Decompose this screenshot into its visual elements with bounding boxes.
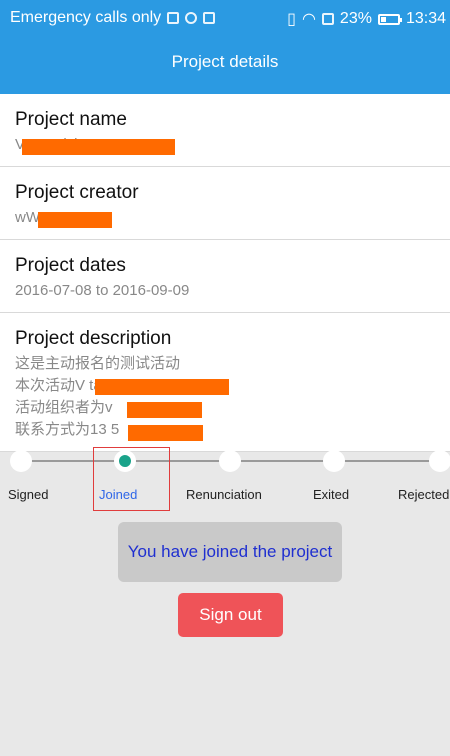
status-left: Emergency calls only xyxy=(10,9,216,27)
joined-status-message: You have joined the project xyxy=(118,522,342,582)
detail-project-creator: Project creator wW xyxy=(0,167,450,240)
step-label-signed: Signed xyxy=(8,487,49,502)
redaction-mark xyxy=(22,139,175,155)
step-label-exited: Exited xyxy=(313,487,350,502)
redaction-mark xyxy=(128,425,203,441)
detail-value: 2016-07-08 to 2016-09-09 xyxy=(15,282,190,299)
detail-label: Project name xyxy=(15,109,127,130)
active-step-highlight xyxy=(93,447,170,511)
wifi-icon: ◠ xyxy=(301,11,316,28)
status-right: ▯ ◠ 23% 13:34 xyxy=(287,9,446,29)
clock: 13:34 xyxy=(405,10,446,27)
redaction-mark xyxy=(95,379,229,395)
app-header: Emergency calls only ▯ ◠ 23% 13:34 Proje… xyxy=(0,0,450,94)
detail-label: Project dates xyxy=(15,255,126,276)
notification-icon xyxy=(167,12,180,24)
detail-project-dates: Project dates 2016-07-08 to 2016-09-09 xyxy=(0,240,450,313)
redaction-mark xyxy=(38,212,112,228)
step-node-exited[interactable] xyxy=(323,450,345,472)
detail-project-description: Project description 这是主动报名的测试活动 本次活动V ta… xyxy=(0,313,450,452)
project-details: Project name V taActivity Project creato… xyxy=(0,94,450,452)
step-node-renunciation[interactable] xyxy=(219,450,241,472)
battery-icon xyxy=(377,13,402,25)
carrier-text: Emergency calls only xyxy=(10,9,162,26)
vibrate-icon: ▯ xyxy=(287,11,296,28)
step-label-rejected: Rejected xyxy=(398,487,450,502)
bluetooth-icon xyxy=(185,12,198,24)
step-node-rejected[interactable] xyxy=(429,450,450,472)
detail-value: 这是主动报名的测试活动 本次活动V taActivity 活动组织者为v 联系方… xyxy=(15,355,181,438)
detail-label: Project creator xyxy=(15,182,139,203)
step-node-signed[interactable] xyxy=(10,450,32,472)
image-icon xyxy=(203,12,216,24)
redaction-mark xyxy=(127,402,202,418)
sim-icon xyxy=(321,13,334,25)
battery-percent: 23% xyxy=(339,10,372,27)
status-stepper: Signed Joined Renunciation Exited Reject… xyxy=(0,443,450,756)
page-title: Project details xyxy=(171,52,279,71)
sign-out-button[interactable]: Sign out xyxy=(178,593,283,637)
detail-project-name: Project name V taActivity xyxy=(0,94,450,167)
status-bar: Emergency calls only ▯ ◠ 23% 13:34 xyxy=(0,0,450,36)
detail-label: Project description xyxy=(15,328,172,349)
step-label-renunciation: Renunciation xyxy=(186,487,262,502)
